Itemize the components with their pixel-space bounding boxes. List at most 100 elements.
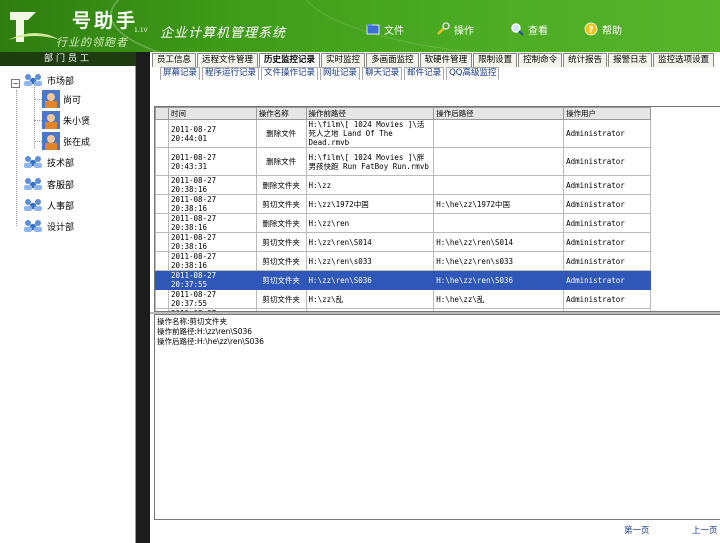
logo-title: 号助手 <box>72 10 139 32</box>
table-row[interactable]: 2011-08-27 20:37:55 剪切文件夹 H:\zz\乱 H:\he\zz\… <box>155 289 651 309</box>
tree-item-market[interactable]: 市场部 <box>22 72 74 88</box>
cell-time: 2011-08-27 20:38:16 <box>167 251 257 271</box>
cell-time: 2011-08-27 20:38:16 <box>167 194 257 214</box>
tree-label: 朱小贤 <box>63 116 91 127</box>
table-row[interactable]: 2011-08-27 20:38:16 剪切文件夹 H:\zz\ren\s033 H:… <box>155 251 651 271</box>
table-row[interactable]: 2011-08-27 20:37:55 剪切文件夹 H:\zz\ren\S036 H:… <box>155 270 651 290</box>
cell-time: 2011-08-27 20:43:31 <box>167 147 257 176</box>
table-header: 时间 操作名称 操作前路径 操作后路径 操作用户 <box>155 107 651 120</box>
cell-operation: 删除文件 <box>255 147 307 176</box>
help-icon: ? <box>584 22 598 36</box>
main-tabs: 员工信息 远程文件管理 历史监控记录 实时监控 多画面监控 软硬件管理 限制设置… <box>152 53 715 68</box>
column-header[interactable]: 操作用户 <box>563 107 651 120</box>
row-selector <box>155 119 169 148</box>
group-icon <box>24 74 42 86</box>
user-icon <box>42 132 60 150</box>
tools-icon <box>437 22 450 35</box>
cell-path-before: H:\zz\ren\s033 <box>305 251 435 271</box>
cell-user: Administrator <box>563 289 651 309</box>
tab-realtime[interactable]: 实时监控 <box>321 53 366 67</box>
cell-operation: 剪切文件夹 <box>255 232 307 252</box>
subtab-chat[interactable]: 聊天记录 <box>362 67 403 80</box>
column-header[interactable]: 时间 <box>167 107 257 120</box>
cell-path-after <box>433 213 565 233</box>
cell-path-after: H:\he\zz\乱 <box>433 289 565 309</box>
cell-operation: 删除文件 <box>255 119 307 148</box>
cell-path-before: H:\zz\ren\S014 <box>305 232 435 252</box>
cell-path-before: H:\zz\1972中国 <box>305 194 435 214</box>
collapse-toggle[interactable]: − <box>11 79 20 88</box>
menu-file-label: 文件 <box>384 25 404 37</box>
row-selector <box>155 175 169 195</box>
tab-alarm-log[interactable]: 报警日志 <box>608 53 653 67</box>
tab-commands[interactable]: 控制命令 <box>518 53 563 67</box>
tab-history[interactable]: 历史监控记录 <box>259 53 321 68</box>
tree-label: 市场部 <box>47 76 75 87</box>
table-row[interactable]: 2011-08-27 20:43:31 删除文件 H:\film\[ 1024 Mo… <box>155 147 651 176</box>
subtab-mail[interactable]: 邮件记录 <box>404 67 445 80</box>
tree-label: 张在成 <box>63 137 91 148</box>
tab-multiscreen[interactable]: 多画面监控 <box>366 53 419 67</box>
tree-item-member[interactable]: 朱小贤 <box>42 111 90 129</box>
tree-item-member[interactable]: 尚可 <box>42 90 81 108</box>
row-selector <box>155 251 169 271</box>
user-icon <box>42 111 60 129</box>
menu-view-label: 查看 <box>528 25 548 37</box>
cell-path-before: H:\film\[ 1024 Movies ]\活死人之地 Land Of Th… <box>305 119 435 148</box>
row-selector <box>155 147 169 176</box>
cell-path-after <box>433 175 565 195</box>
table-row[interactable]: 2011-08-27 20:38:16 删除文件夹 H:\zz\ren Adminis… <box>155 213 651 233</box>
subtab-qq[interactable]: QQ高级监控 <box>446 67 500 80</box>
subtab-programs[interactable]: 程序运行记录 <box>202 67 260 80</box>
cell-time: 2011-08-27 20:38:16 <box>167 232 257 252</box>
tree-label: 设计部 <box>47 222 75 233</box>
employee-tree: − 市场部 尚可 朱小贤 张在成 技术部 客服部 人事部 设计部 <box>0 66 136 543</box>
cell-path-before: H:\film\[ 1024 Movies ]\胖男孩快跑 Run FatBoy… <box>305 147 435 176</box>
splitter[interactable] <box>136 52 150 543</box>
cell-time: 2011-08-27 20:44:01 <box>167 119 257 148</box>
subtab-file-ops[interactable]: 文件操作记录 <box>261 67 319 80</box>
cell-path-before: H:\zz\ren <box>305 213 435 233</box>
tree-item-member[interactable]: 张在成 <box>42 132 90 150</box>
detail-line: 操作名称:剪切文件夹 <box>157 317 228 326</box>
tab-employee-info[interactable]: 员工信息 <box>152 53 197 67</box>
tree-label: 客服部 <box>47 180 75 191</box>
tree-item-hr[interactable]: 人事部 <box>22 197 74 213</box>
prev-page-link[interactable]: 上一页 <box>692 524 718 536</box>
menu-view[interactable]: 查看 <box>510 20 548 38</box>
cell-operation: 删除文件夹 <box>255 175 307 195</box>
tree-label: 尚可 <box>63 95 82 106</box>
sub-tabs: 屏幕记录 程序运行记录 文件操作记录 网址记录 聊天记录 邮件记录 QQ高级监控 <box>160 67 500 80</box>
table-row[interactable]: 2011-08-27 20:38:16 删除文件夹 H:\zz Administrat… <box>155 175 651 195</box>
subtab-screen[interactable]: 屏幕记录 <box>160 67 201 80</box>
table-row[interactable]: 2011-08-27 20:38:16 剪切文件夹 H:\zz\ren\S014 H:… <box>155 232 651 252</box>
table-row[interactable]: 2011-08-27 20:44:01 删除文件 H:\film\[ 1024 Mo… <box>155 119 651 148</box>
tab-options[interactable]: 监控选项设置 <box>653 53 715 67</box>
tree-item-service[interactable]: 客服部 <box>22 176 74 192</box>
tab-reports[interactable]: 统计报告 <box>563 53 608 67</box>
first-page-link[interactable]: 第一页 <box>624 524 650 536</box>
menu-file[interactable]: 文件 <box>366 20 404 38</box>
column-header[interactable]: 操作前路径 <box>305 107 435 120</box>
tree-label: 人事部 <box>47 201 75 212</box>
tab-remote-files[interactable]: 远程文件管理 <box>197 53 259 67</box>
svg-text:?: ? <box>588 26 593 36</box>
column-header[interactable]: 操作名称 <box>255 107 307 120</box>
column-header[interactable]: 操作后路径 <box>433 107 565 120</box>
tab-limits[interactable]: 限制设置 <box>473 53 518 67</box>
tree-item-design[interactable]: 设计部 <box>22 218 74 234</box>
cell-user: Administrator <box>563 270 651 290</box>
detail-line: 操作前路径:H:\zz\ren\S036 <box>157 327 253 336</box>
row-selector <box>155 289 169 309</box>
menu-help[interactable]: ? 帮助 <box>584 20 622 38</box>
group-icon <box>24 156 42 168</box>
cell-path-after: H:\he\zz\ren\S036 <box>433 270 565 290</box>
cell-path-after: H:\he\zz\ren\S014 <box>433 232 565 252</box>
subtab-urls[interactable]: 网址记录 <box>320 67 361 80</box>
tree-item-tech[interactable]: 技术部 <box>22 154 74 170</box>
cell-path-after <box>433 119 565 148</box>
table-row[interactable]: 2011-08-27 20:38:16 剪切文件夹 H:\zz\1972中国 H:\h… <box>155 194 651 214</box>
tab-software[interactable]: 软硬件管理 <box>419 53 473 67</box>
cell-operation: 剪切文件夹 <box>255 270 307 290</box>
menu-operate[interactable]: 操作 <box>436 20 474 38</box>
